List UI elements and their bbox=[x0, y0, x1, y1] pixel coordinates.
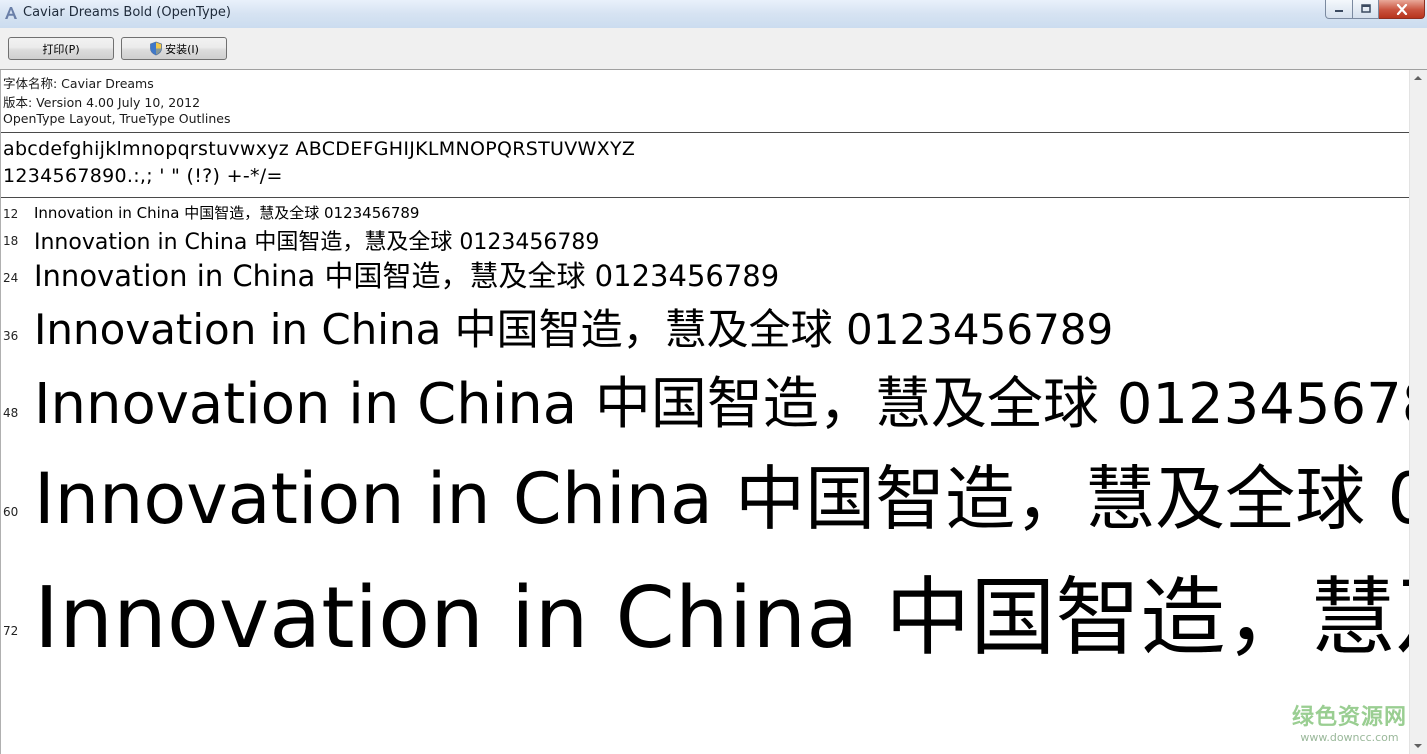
sample-row-60: 60 Innovation in China 中国智造，慧及全球 0123456… bbox=[0, 433, 1410, 543]
install-button-label: 安装(I) bbox=[165, 42, 199, 56]
font-version-line: 版本: Version 4.00 July 10, 2012 bbox=[3, 95, 201, 110]
watermark-name: 绿色资源网 bbox=[1291, 705, 1407, 730]
separator bbox=[1, 197, 1410, 198]
install-button[interactable]: 安装(I) bbox=[121, 37, 227, 60]
font-name-line: 字体名称: Caviar Dreams bbox=[3, 76, 154, 91]
size-label: 24 bbox=[3, 271, 19, 285]
size-label: 48 bbox=[3, 406, 19, 420]
sample-text: Innovation in China 中国智造，慧及全球 0123456789 bbox=[34, 259, 780, 293]
scroll-down-arrow-icon[interactable] bbox=[1414, 744, 1422, 748]
sample-row-12: 12 Innovation in China 中国智造，慧及全球 0123456… bbox=[0, 201, 1410, 223]
minimize-button[interactable] bbox=[1325, 0, 1353, 19]
scroll-up-arrow-icon[interactable] bbox=[1414, 76, 1422, 80]
font-app-icon bbox=[5, 7, 17, 19]
sample-text: Innovation in China 中国智造，慧及全球 0123456789 bbox=[34, 372, 1410, 433]
font-type-line: OpenType Layout, TrueType Outlines bbox=[3, 111, 231, 126]
font-viewer-window: Caviar Dreams Bold (OpenType) 打印(P) 安装(I… bbox=[0, 0, 1427, 754]
print-button-label: 打印(P) bbox=[42, 42, 80, 56]
watermark-url: www.downcc.com bbox=[1300, 731, 1399, 744]
window-controls bbox=[1325, 0, 1425, 20]
maximize-button[interactable] bbox=[1353, 0, 1379, 19]
close-icon bbox=[1396, 3, 1407, 15]
charset-letters: abcdefghijklmnopqrstuvwxyz ABCDEFGHIJKLM… bbox=[3, 138, 636, 160]
sample-text: Innovation in China 中国智造，慧及全球 0123456789 bbox=[34, 204, 420, 222]
font-preview-area: 字体名称: Caviar Dreams 版本: Version 4.00 Jul… bbox=[0, 70, 1427, 754]
size-label: 18 bbox=[3, 234, 19, 248]
minimize-icon bbox=[1335, 10, 1343, 12]
sample-row-48: 48 Innovation in China 中国智造，慧及全球 0123456… bbox=[0, 353, 1410, 433]
sample-row-24: 24 Innovation in China 中国智造，慧及全球 0123456… bbox=[0, 253, 1410, 293]
sample-text: Innovation in China 中国智造，慧及全球 0123456789 bbox=[34, 569, 1410, 663]
sample-text: Innovation in China 中国智造，慧及全球 0123456789 bbox=[34, 458, 1410, 540]
toolbar: 打印(P) 安装(I) bbox=[0, 28, 1427, 70]
vertical-scrollbar[interactable] bbox=[1409, 70, 1427, 754]
sample-text: Innovation in China 中国智造，慧及全球 0123456789 bbox=[34, 305, 1114, 353]
close-button[interactable] bbox=[1379, 0, 1425, 19]
sample-row-18: 18 Innovation in China 中国智造，慧及全球 0123456… bbox=[0, 223, 1410, 253]
sample-row-36: 36 Innovation in China 中国智造，慧及全球 0123456… bbox=[0, 293, 1410, 353]
window-title: Caviar Dreams Bold (OpenType) bbox=[23, 5, 231, 20]
charset-digits-symbols: 1234567890.:,; ' " (!?) +-*/= bbox=[3, 165, 283, 187]
separator bbox=[1, 132, 1410, 133]
title-bar[interactable]: Caviar Dreams Bold (OpenType) bbox=[0, 0, 1427, 28]
uac-shield-icon bbox=[150, 41, 162, 56]
size-label: 72 bbox=[3, 624, 19, 638]
sample-row-72: 72 Innovation in China 中国智造，慧及全球 0123456… bbox=[0, 543, 1410, 663]
maximize-icon bbox=[1360, 4, 1371, 13]
print-button[interactable]: 打印(P) bbox=[8, 37, 114, 60]
watermark: 绿色资源网 www.downcc.com bbox=[1292, 699, 1407, 744]
sample-text: Innovation in China 中国智造，慧及全球 0123456789 bbox=[34, 230, 600, 253]
size-label: 36 bbox=[3, 329, 19, 343]
size-label: 12 bbox=[3, 207, 19, 221]
size-label: 60 bbox=[3, 505, 19, 519]
